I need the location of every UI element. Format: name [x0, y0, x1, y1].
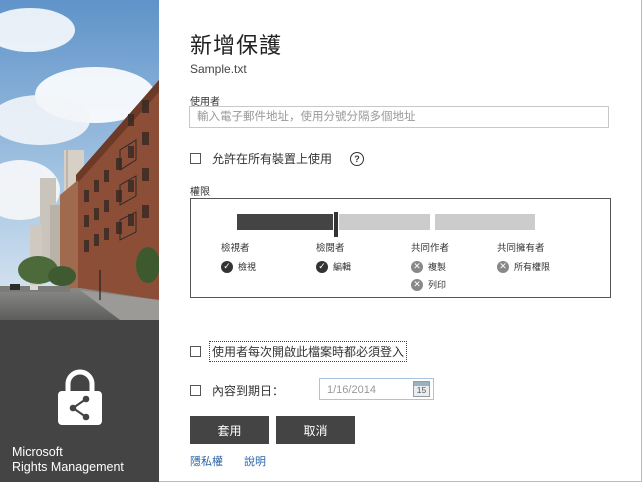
permission-item-label: 列印	[428, 280, 447, 290]
privacy-link[interactable]: 隱私權	[190, 453, 223, 469]
permissions-label: 權限	[190, 187, 210, 198]
permission-slider-fill[interactable]	[237, 214, 335, 230]
lock-share-icon	[58, 369, 102, 425]
permission-level-coowner: 共同擁有者 ✕ 所有權限	[497, 240, 550, 278]
expiration-checkbox[interactable]	[190, 385, 201, 396]
x-icon: ✕	[411, 260, 423, 273]
check-icon: ✓	[221, 260, 233, 273]
level-title: 共同擁有者	[497, 243, 545, 254]
permission-slider-track-coowner[interactable]	[435, 214, 535, 230]
permission-item-label: 所有權限	[514, 262, 551, 272]
permission-level-coauthor: 共同作者 ✕ 複製 ✕ 列印	[411, 240, 449, 296]
expiration-row: 內容到期日：	[190, 382, 284, 399]
x-icon: ✕	[411, 278, 423, 291]
file-name: Sample.txt	[190, 62, 247, 76]
brand-name-line2: Rights Management	[12, 460, 124, 474]
require-login-checkbox[interactable]	[190, 346, 201, 357]
permission-item: ✓ 編輯	[316, 260, 351, 273]
allow-all-devices-row: 允許在所有裝置上使用 ?	[190, 150, 365, 167]
expiration-date-field[interactable]: 1/16/2014 15	[319, 378, 434, 400]
permissions-panel: 檢視者 ✓ 檢視 檢閱者 ✓ 編輯 共同作者 ✕ 複製 ✕ 列印 共同擁有者 ✕…	[190, 198, 611, 298]
check-icon: ✓	[316, 260, 328, 273]
permission-item-label: 複製	[428, 262, 447, 272]
allow-all-devices-label[interactable]: 允許在所有裝置上使用	[212, 150, 332, 167]
level-title: 檢閱者	[316, 243, 345, 254]
brand-name-line1: Microsoft	[12, 445, 63, 459]
allow-all-devices-checkbox[interactable]	[190, 153, 201, 164]
require-login-row: 使用者每次開啟此檔案時都必須登入	[190, 341, 408, 362]
permission-slider-thumb[interactable]	[333, 211, 339, 238]
expiration-date-value: 1/16/2014	[327, 384, 376, 396]
permission-level-viewer: 檢視者 ✓ 檢視	[221, 240, 256, 278]
permission-item: ✕ 列印	[411, 278, 449, 291]
cancel-button[interactable]: 取消	[276, 416, 355, 444]
calendar-icon[interactable]: 15	[413, 381, 430, 397]
expiration-label[interactable]: 內容到期日：	[212, 382, 284, 399]
permission-item: ✕ 複製	[411, 260, 449, 273]
permission-slider-track-coauthor[interactable]	[339, 214, 430, 230]
apply-button[interactable]: 套用	[190, 416, 269, 444]
permission-level-reviewer: 檢閱者 ✓ 編輯	[316, 240, 351, 278]
users-email-input[interactable]	[189, 106, 609, 128]
level-title: 檢視者	[221, 243, 250, 254]
permission-item: ✕ 所有權限	[497, 260, 550, 273]
brand-side-panel: Microsoft Rights Management	[0, 0, 159, 482]
help-link[interactable]: 說明	[244, 453, 266, 469]
permission-item-label: 檢視	[238, 262, 257, 272]
x-icon: ✕	[497, 260, 509, 273]
help-icon[interactable]: ?	[350, 151, 365, 166]
require-login-label[interactable]: 使用者每次開啟此檔案時都必須登入	[208, 341, 408, 362]
permission-item: ✓ 檢視	[221, 260, 256, 273]
city-street-image	[0, 0, 159, 320]
protection-dialog: 新增保護 Sample.txt 使用者 允許在所有裝置上使用 ? 權限 檢視者 …	[159, 0, 642, 482]
permission-item-label: 編輯	[333, 262, 352, 272]
brand-area: Microsoft Rights Management	[0, 320, 159, 482]
level-title: 共同作者	[411, 243, 450, 254]
page-title: 新增保護	[190, 33, 283, 58]
